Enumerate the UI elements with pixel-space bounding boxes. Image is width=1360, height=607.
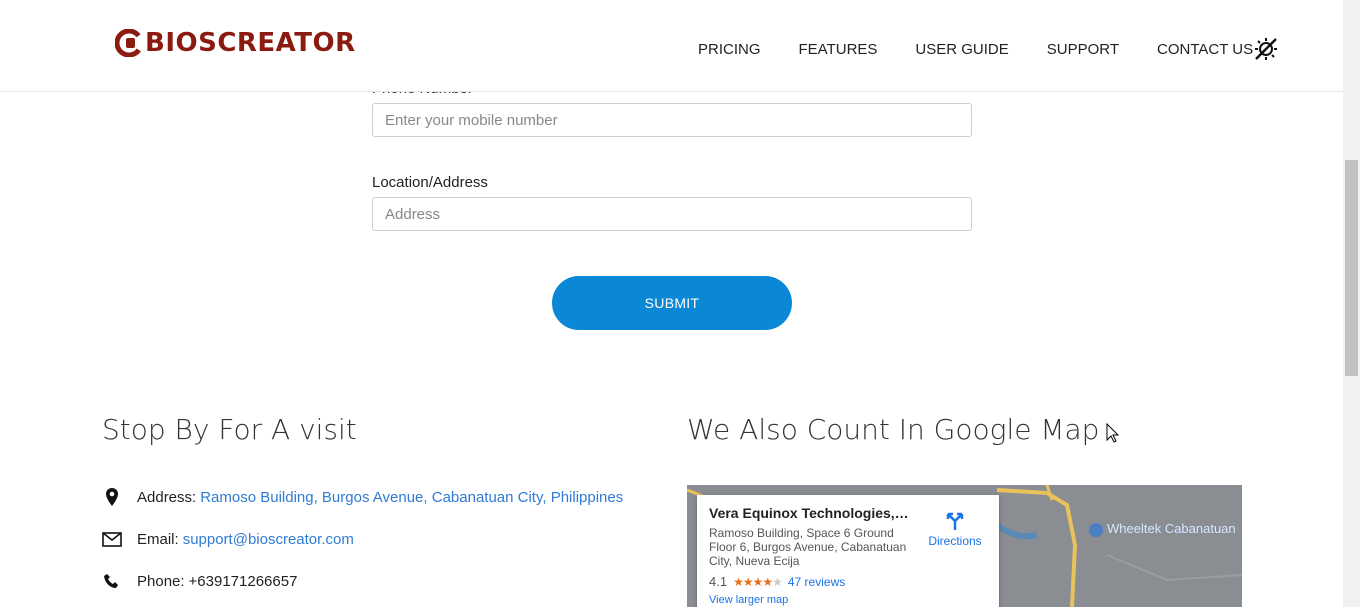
page-scrollbar[interactable] bbox=[1343, 0, 1360, 607]
brand-logo[interactable]: BIOSCREATOR bbox=[115, 28, 356, 58]
nav-pricing[interactable]: PRICING bbox=[698, 41, 761, 58]
nav-contact-us[interactable]: CONTACT US bbox=[1157, 41, 1253, 58]
place-card: Vera Equinox Technologies, In... Ramoso … bbox=[697, 495, 999, 607]
map-pin-icon bbox=[102, 487, 122, 507]
phone-label-text: Phone: bbox=[137, 572, 185, 590]
logo-text: BIOSCREATOR bbox=[145, 28, 356, 58]
email-label: Email: bbox=[137, 530, 179, 548]
email-link[interactable]: support@bioscreator.com bbox=[183, 531, 354, 548]
submit-button[interactable]: SUBMIT bbox=[552, 276, 792, 330]
address-input[interactable] bbox=[372, 197, 972, 231]
directions-label: Directions bbox=[928, 534, 982, 548]
email-row: Email: support@bioscreator.com bbox=[102, 529, 354, 549]
phone-icon bbox=[102, 571, 122, 591]
place-address: Ramoso Building, Space 6 Ground Floor 6,… bbox=[709, 526, 907, 568]
envelope-icon bbox=[102, 529, 122, 549]
map-place-label[interactable]: Wheeltek Cabanatuan bbox=[1089, 521, 1236, 537]
main-nav: PRICING FEATURES USER GUIDE SUPPORT CONT… bbox=[698, 41, 1253, 58]
address-link[interactable]: Ramoso Building, Burgos Avenue, Cabanatu… bbox=[200, 489, 623, 506]
nav-features[interactable]: FEATURES bbox=[799, 41, 878, 58]
logo-mark-icon bbox=[115, 29, 143, 57]
rating-value: 4.1 bbox=[709, 574, 728, 589]
place-title[interactable]: Vera Equinox Technologies, In... bbox=[709, 505, 909, 521]
phone-input[interactable] bbox=[372, 103, 972, 137]
google-map[interactable]: Vera Equinox Technologies, In... Ramoso … bbox=[687, 485, 1242, 607]
theme-toggle-icon[interactable] bbox=[1253, 36, 1279, 62]
phone-row: Phone: +639171266657 bbox=[102, 571, 297, 591]
map-heading: We Also Count In Google Map bbox=[687, 413, 1100, 446]
nav-support[interactable]: SUPPORT bbox=[1047, 41, 1119, 58]
map-pin-marker-icon bbox=[1089, 522, 1103, 537]
directions-button[interactable]: Directions bbox=[925, 509, 985, 548]
rating-stars: ★★★★★ bbox=[733, 574, 783, 589]
visit-heading: Stop By For A visit bbox=[102, 413, 357, 446]
nav-user-guide[interactable]: USER GUIDE bbox=[915, 41, 1008, 58]
larger-map-link[interactable]: View larger map bbox=[709, 594, 987, 606]
site-header: BIOSCREATOR PRICING FEATURES USER GUIDE … bbox=[0, 0, 1343, 92]
place-name: Wheeltek Cabanatuan bbox=[1107, 521, 1236, 536]
mouse-cursor-icon bbox=[1106, 423, 1120, 443]
reviews-link[interactable]: 47 reviews bbox=[788, 575, 845, 589]
address-row: Address: Ramoso Building, Burgos Avenue,… bbox=[102, 487, 623, 507]
place-rating: 4.1 ★★★★★ 47 reviews bbox=[709, 574, 987, 589]
location-label: Location/Address bbox=[372, 174, 488, 191]
phone-value: +639171266657 bbox=[188, 572, 298, 590]
directions-icon bbox=[946, 512, 964, 530]
scrollbar-thumb[interactable] bbox=[1345, 160, 1358, 376]
address-label: Address: bbox=[137, 488, 197, 506]
